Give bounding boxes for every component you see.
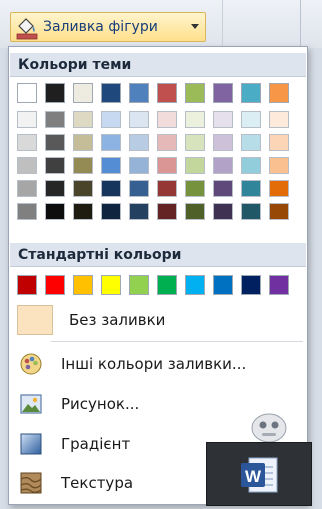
theme-color-shade-swatch[interactable] bbox=[269, 203, 289, 220]
theme-color-shade-swatch[interactable] bbox=[73, 111, 93, 128]
shape-fill-button[interactable]: Заливка фігури bbox=[10, 12, 206, 42]
more-fill-colors-label: Інші кольори заливки... bbox=[61, 355, 247, 373]
theme-color-shade-swatch[interactable] bbox=[157, 180, 177, 197]
theme-color-shade-swatch[interactable] bbox=[45, 180, 65, 197]
theme-color-shade-swatch[interactable] bbox=[73, 203, 93, 220]
theme-color-swatch[interactable] bbox=[213, 83, 233, 103]
gradient-label: Градієнт bbox=[61, 435, 131, 453]
theme-color-shade-swatch[interactable] bbox=[185, 111, 205, 128]
theme-color-shade-swatch[interactable] bbox=[129, 157, 149, 174]
menu-separator bbox=[51, 341, 303, 342]
ribbon-divider bbox=[222, 0, 223, 48]
picture-label: Рисунок... bbox=[61, 395, 140, 413]
picture-icon bbox=[19, 392, 43, 416]
theme-color-shade-swatch[interactable] bbox=[269, 157, 289, 174]
word-icon: W bbox=[239, 455, 281, 495]
theme-color-shade-swatch[interactable] bbox=[241, 180, 261, 197]
standard-color-swatch[interactable] bbox=[241, 275, 261, 295]
theme-color-shade-swatch[interactable] bbox=[269, 180, 289, 197]
theme-color-swatch[interactable] bbox=[17, 83, 37, 103]
standard-color-swatch[interactable] bbox=[269, 275, 289, 295]
gradient-icon bbox=[19, 432, 43, 456]
standard-color-swatch[interactable] bbox=[73, 275, 93, 295]
theme-color-shade-swatch[interactable] bbox=[45, 203, 65, 220]
theme-colors-header: Кольори теми bbox=[10, 53, 306, 77]
theme-color-shade-swatch[interactable] bbox=[45, 134, 65, 151]
theme-colors-heading: Кольори теми bbox=[18, 57, 132, 73]
theme-color-shade-swatch[interactable] bbox=[241, 111, 261, 128]
theme-color-shade-swatch[interactable] bbox=[73, 134, 93, 151]
theme-color-shade-swatch[interactable] bbox=[73, 157, 93, 174]
texture-icon bbox=[19, 471, 43, 495]
theme-color-shade-swatch[interactable] bbox=[17, 203, 37, 220]
theme-color-shade-swatch[interactable] bbox=[269, 111, 289, 128]
theme-color-shade-swatch[interactable] bbox=[269, 134, 289, 151]
theme-color-shade-swatch[interactable] bbox=[157, 111, 177, 128]
theme-color-shade-swatch[interactable] bbox=[157, 134, 177, 151]
theme-color-swatch[interactable] bbox=[129, 83, 149, 103]
theme-color-shade-swatch[interactable] bbox=[241, 134, 261, 151]
theme-color-shade-swatch[interactable] bbox=[45, 157, 65, 174]
standard-color-swatch[interactable] bbox=[45, 275, 65, 295]
theme-color-shade-swatch[interactable] bbox=[157, 157, 177, 174]
paint-bucket-icon bbox=[15, 16, 39, 40]
theme-color-shade-swatch[interactable] bbox=[241, 203, 261, 220]
theme-color-shade-swatch[interactable] bbox=[101, 203, 121, 220]
standard-color-swatch[interactable] bbox=[17, 275, 37, 295]
theme-color-shade-swatch[interactable] bbox=[101, 157, 121, 174]
theme-color-swatch[interactable] bbox=[45, 83, 65, 103]
more-fill-colors-item[interactable]: Інші кольори заливки... bbox=[11, 347, 305, 381]
chevron-down-icon[interactable] bbox=[191, 24, 199, 29]
texture-label: Текстура bbox=[61, 474, 134, 492]
theme-color-shade-swatch[interactable] bbox=[129, 180, 149, 197]
theme-color-shade-swatch[interactable] bbox=[185, 203, 205, 220]
theme-color-shade-swatch[interactable] bbox=[241, 157, 261, 174]
theme-color-shade-swatch[interactable] bbox=[45, 111, 65, 128]
theme-color-shade-swatch[interactable] bbox=[101, 134, 121, 151]
theme-color-shade-swatch[interactable] bbox=[129, 203, 149, 220]
theme-color-swatch[interactable] bbox=[101, 83, 121, 103]
standard-color-swatch[interactable] bbox=[101, 275, 121, 295]
color-palette-icon bbox=[19, 352, 43, 376]
no-fill-label: Без заливки bbox=[69, 311, 166, 329]
theme-color-shade-swatch[interactable] bbox=[185, 180, 205, 197]
standard-colors-heading: Стандартні кольори bbox=[18, 247, 182, 263]
standard-color-swatch[interactable] bbox=[185, 275, 205, 295]
theme-color-shade-swatch[interactable] bbox=[185, 134, 205, 151]
standard-color-swatch[interactable] bbox=[157, 275, 177, 295]
no-fill-item[interactable]: Без заливки bbox=[11, 303, 305, 337]
theme-color-shade-swatch[interactable] bbox=[101, 111, 121, 128]
shape-fill-label: Заливка фігури bbox=[43, 19, 158, 35]
theme-color-shade-swatch[interactable] bbox=[17, 111, 37, 128]
standard-color-swatch[interactable] bbox=[129, 275, 149, 295]
theme-color-swatch[interactable] bbox=[241, 83, 261, 103]
theme-color-shade-swatch[interactable] bbox=[129, 134, 149, 151]
standard-color-swatch[interactable] bbox=[213, 275, 233, 295]
theme-color-shade-swatch[interactable] bbox=[213, 134, 233, 151]
standard-colors-header: Стандартні кольори bbox=[10, 243, 306, 267]
theme-color-shade-swatch[interactable] bbox=[129, 111, 149, 128]
app-badge: W bbox=[206, 442, 312, 506]
theme-color-shade-swatch[interactable] bbox=[17, 157, 37, 174]
theme-color-shade-swatch[interactable] bbox=[101, 180, 121, 197]
theme-color-swatch[interactable] bbox=[73, 83, 93, 103]
theme-color-shade-swatch[interactable] bbox=[213, 180, 233, 197]
theme-color-swatch[interactable] bbox=[269, 83, 289, 103]
theme-color-swatch[interactable] bbox=[185, 83, 205, 103]
ribbon-divider bbox=[300, 0, 301, 48]
theme-color-shade-swatch[interactable] bbox=[17, 180, 37, 197]
theme-color-shade-swatch[interactable] bbox=[185, 157, 205, 174]
theme-color-shade-swatch[interactable] bbox=[213, 203, 233, 220]
word-letter: W bbox=[245, 467, 262, 486]
theme-color-shade-swatch[interactable] bbox=[213, 111, 233, 128]
theme-color-swatch[interactable] bbox=[157, 83, 177, 103]
theme-color-shade-swatch[interactable] bbox=[157, 203, 177, 220]
theme-color-shade-swatch[interactable] bbox=[17, 134, 37, 151]
theme-color-shade-swatch[interactable] bbox=[73, 180, 93, 197]
theme-color-shade-swatch[interactable] bbox=[213, 157, 233, 174]
no-fill-swatch bbox=[17, 305, 53, 335]
